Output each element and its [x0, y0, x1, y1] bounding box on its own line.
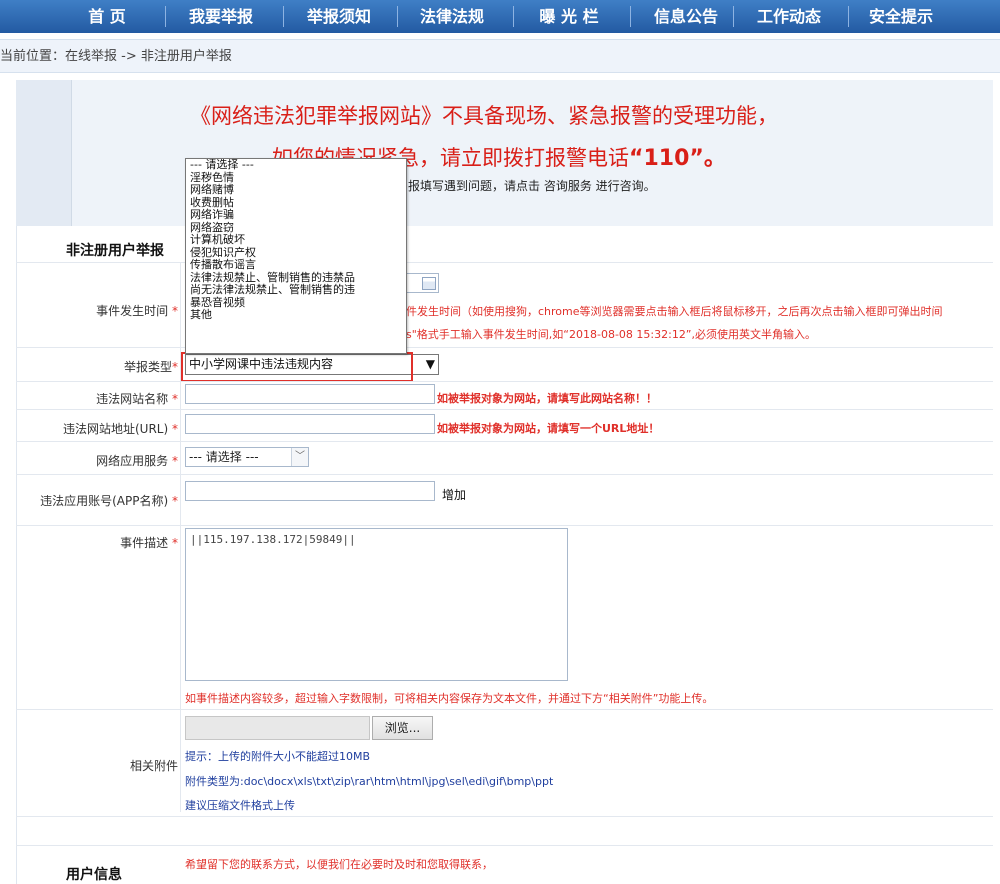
nav-separator: [397, 6, 398, 27]
row-divider: [16, 474, 993, 475]
report-type-dropdown[interactable]: --- 请选择 --- 淫秽色情 网络赌博 收费删帖 网络诈骗 网络盗窃 计算机…: [185, 158, 407, 354]
dropdown-option[interactable]: 尚无法律法规禁止、管制销售的违: [186, 283, 406, 297]
nav-home[interactable]: 首 页: [64, 0, 150, 33]
row-divider: [16, 845, 993, 846]
nav-separator: [733, 6, 734, 27]
nav-announcements[interactable]: 信息公告: [637, 0, 735, 33]
required-star: *: [172, 422, 178, 436]
notice-headline: 《网络违法犯罪举报网站》不具备现场、紧急报警的受理功能，: [190, 104, 778, 128]
dropdown-option[interactable]: 暴恐音视频: [186, 296, 406, 310]
site-name-label-text: 违法网站名称: [96, 392, 169, 406]
site-name-hint: 如被举报对象为网站，请填写此网站名称！！: [437, 392, 657, 405]
add-account-button[interactable]: 增加: [442, 486, 466, 503]
event-time-format-hint: s"格式手工输入事件发生时间,如“2018-08-08 15:32:12”,必须…: [406, 328, 817, 341]
required-star: *: [172, 454, 178, 468]
attach-compress-tip: 建议压缩文件格式上传: [185, 799, 295, 812]
form-column-divider: [180, 262, 181, 812]
section-title: 非注册用户举报: [66, 243, 164, 259]
app-account-label: 违法应用账号(APP名称) *: [40, 492, 178, 509]
app-service-value: --- 请选择 ---: [189, 450, 259, 464]
event-time-label-text: 事件发生时间: [96, 304, 169, 318]
chevron-down-icon[interactable]: ▼: [426, 355, 435, 374]
dropdown-option[interactable]: 网络诈骗: [186, 208, 406, 222]
browse-button[interactable]: 浏览...: [372, 716, 433, 740]
event-time-label: 事件发生时间 *: [96, 302, 178, 319]
attach-size-tip: 提示：上传的附件大小不能超过10MB: [185, 750, 371, 763]
row-divider: [16, 441, 993, 442]
attach-type-tip: 附件类型为:doc\docx\xls\txt\zip\rar\htm\html\…: [185, 775, 554, 788]
nav-report-notice[interactable]: 举报须知: [290, 0, 388, 33]
nav-separator: [165, 6, 166, 27]
nav-report[interactable]: 我要举报: [172, 0, 270, 33]
required-star: *: [172, 392, 178, 406]
nav-separator: [283, 6, 284, 27]
description-label: 事件描述 *: [120, 534, 178, 551]
file-path-field[interactable]: [185, 716, 370, 740]
attachment-label: 相关附件: [129, 759, 178, 773]
site-url-label: 违法网站地址(URL) *: [63, 420, 178, 437]
event-time-hint: 件发生时间（如使用搜狗，chrome等浏览器需要点击输入框后将鼠标移开，之后再次…: [406, 305, 943, 318]
notice-consult: 报填写遇到问题，请点击 咨询服务 进行咨询。: [408, 179, 656, 193]
site-url-input[interactable]: [185, 414, 435, 434]
row-divider: [16, 816, 993, 817]
description-hint: 如事件描述内容较多，超过输入字数限制，可将相关内容保存为文本文件，并通过下方“相…: [185, 692, 714, 705]
row-divider: [16, 381, 993, 382]
user-info-title: 用户信息: [66, 867, 122, 883]
dropdown-option[interactable]: 计算机破坏: [186, 233, 406, 247]
required-star: *: [172, 494, 178, 508]
row-divider: [16, 262, 993, 263]
app-service-label-text: 网络应用服务: [96, 454, 169, 468]
app-service-label: 网络应用服务 *: [96, 452, 178, 469]
nav-exposure[interactable]: 曝 光 栏: [520, 0, 618, 33]
chevron-down-icon[interactable]: ﹀: [291, 448, 308, 466]
nav-safety-tips[interactable]: 安全提示: [852, 0, 950, 33]
app-account-input[interactable]: [185, 481, 435, 501]
user-info-hint: 希望留下您的联系方式，以便我们在必要时及时和您取得联系，: [185, 858, 493, 871]
required-star: *: [172, 536, 178, 550]
row-divider: [16, 525, 993, 526]
site-url-label-text: 违法网站地址(URL): [63, 422, 169, 436]
row-divider: [16, 409, 993, 410]
report-type-label: 举报类型*: [124, 358, 178, 375]
notice-side-panel: [16, 80, 72, 226]
site-url-hint: 如被举报对象为网站，请填写一个URL地址！: [437, 422, 660, 435]
nav-separator: [848, 6, 849, 27]
top-nav: 首 页 我要举报 举报须知 法律法规 曝 光 栏 信息公告 工作动态 安全提示: [0, 0, 1000, 33]
dropdown-option[interactable]: --- 请选择 ---: [186, 159, 406, 172]
dropdown-option[interactable]: 其他: [186, 308, 406, 322]
row-divider: [16, 709, 993, 710]
site-name-label: 违法网站名称 *: [96, 390, 178, 407]
site-name-input[interactable]: [185, 384, 435, 404]
nav-separator: [513, 6, 514, 27]
description-textarea[interactable]: ||115.197.138.172|59849||: [185, 528, 568, 681]
required-star: *: [172, 360, 178, 374]
nav-separator: [630, 6, 631, 27]
highlight-box: [181, 352, 413, 382]
dropdown-option[interactable]: 网络赌博: [186, 183, 406, 197]
app-account-label-text: 违法应用账号(APP名称): [40, 494, 169, 508]
breadcrumb: 当前位置：在线举报 -> 非注册用户举报: [0, 39, 1000, 73]
dropdown-option[interactable]: 传播散布谣言: [186, 258, 406, 272]
report-type-label-text: 举报类型: [123, 360, 172, 374]
nav-work-news[interactable]: 工作动态: [740, 0, 838, 33]
description-label-text: 事件描述: [120, 536, 169, 550]
required-star: *: [172, 304, 178, 318]
nav-laws[interactable]: 法律法规: [403, 0, 501, 33]
app-service-select[interactable]: --- 请选择 --- ﹀: [185, 447, 309, 467]
notice-emergency-number: “110”。: [629, 146, 726, 171]
calendar-icon[interactable]: [422, 277, 436, 290]
row-divider: [16, 347, 993, 348]
